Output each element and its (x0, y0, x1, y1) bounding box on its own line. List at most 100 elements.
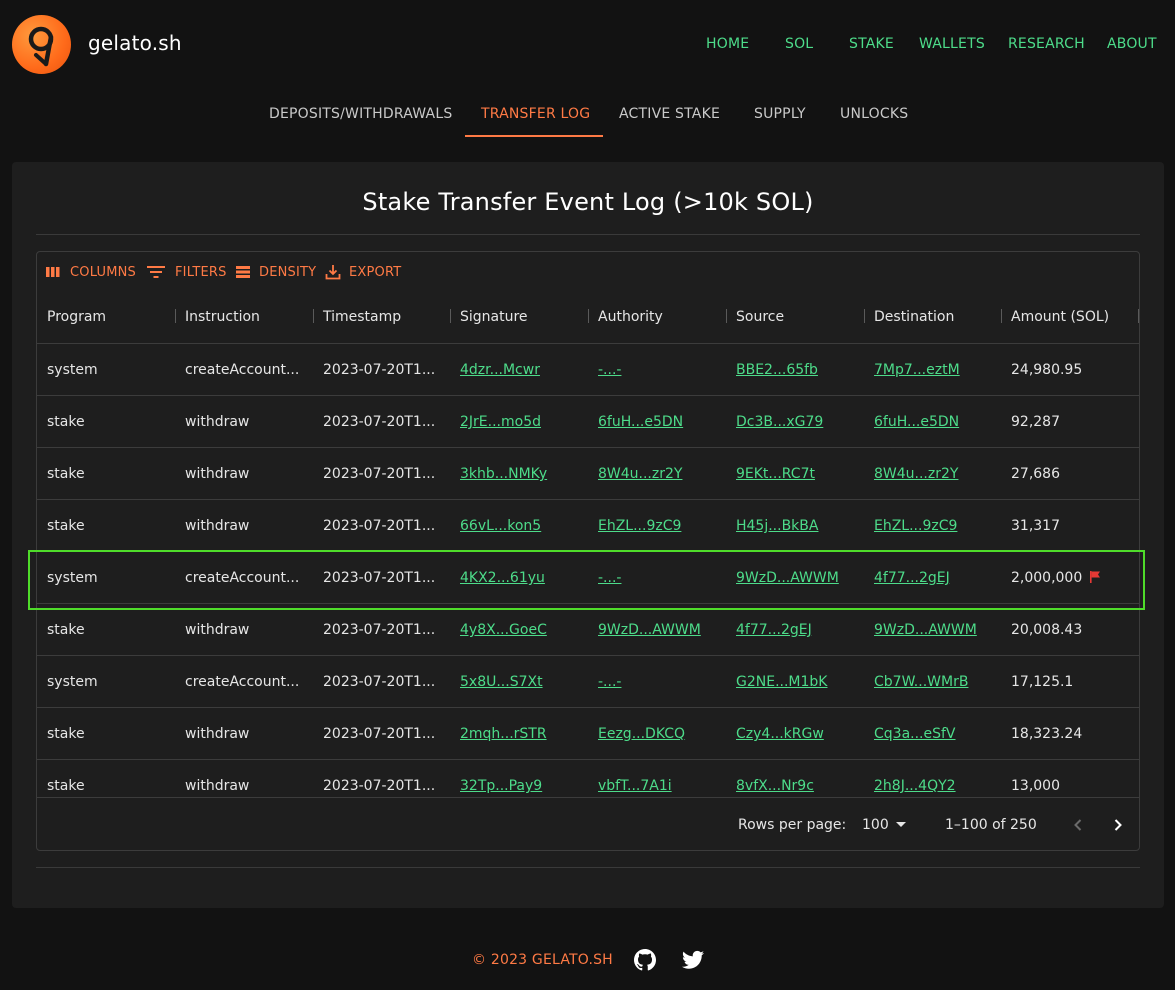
cell-program: system (47, 362, 98, 378)
table-row[interactable]: stake withdraw 2023-07-20T1... 4y8X...Go… (37, 604, 1139, 656)
tab-unlocks[interactable]: UNLOCKS (840, 106, 908, 122)
cell-destination-link[interactable]: 7Mp7...eztM (874, 362, 994, 378)
nav-sol[interactable]: SOL (785, 36, 813, 52)
cell-amount: 13,000 (1011, 778, 1060, 794)
cell-source-link[interactable]: H45j...BkBA (736, 518, 856, 534)
site-footer: © 2023 GELATO.SH (0, 945, 1175, 975)
tab-transfer-log[interactable]: TRANSFER LOG (481, 106, 590, 122)
table-row[interactable]: stake withdraw 2023-07-20T1... 3khb...NM… (37, 448, 1139, 500)
column-header-program[interactable]: Program (47, 309, 106, 325)
nav-about[interactable]: ABOUT (1107, 36, 1157, 52)
nav-home[interactable]: HOME (706, 36, 749, 52)
cell-authority-link[interactable]: 6fuH...e5DN (598, 414, 718, 430)
cell-program: stake (47, 518, 85, 534)
table-row[interactable]: stake withdraw 2023-07-20T1... 2JrE...mo… (37, 396, 1139, 448)
cell-source-link[interactable]: G2NE...M1bK (736, 674, 856, 690)
cell-authority-link[interactable]: EhZL...9zC9 (598, 518, 718, 534)
cell-signature-link[interactable]: 4KX2...61yu (460, 570, 580, 586)
table-row[interactable]: stake withdraw 2023-07-20T1... 32Tp...Pa… (37, 760, 1139, 797)
table-row[interactable]: system createAccount... 2023-07-20T1... … (37, 552, 1139, 604)
rows-per-page-select[interactable]: 100 (862, 817, 912, 833)
cell-destination-link[interactable]: Cb7W...WMrB (874, 674, 994, 690)
cell-authority-link[interactable]: 9WzD...AWWM (598, 622, 718, 638)
cell-timestamp: 2023-07-20T1... (323, 466, 436, 482)
table-row[interactable]: stake withdraw 2023-07-20T1... 2mqh...rS… (37, 708, 1139, 760)
cell-signature-link[interactable]: 66vL...kon5 (460, 518, 580, 534)
column-header-signature[interactable]: Signature (460, 309, 528, 325)
cell-authority-link[interactable]: -...- (598, 362, 718, 378)
nav-wallets[interactable]: WALLETS (919, 36, 985, 52)
grid-rows[interactable]: system createAccount... 2023-07-20T1... … (37, 344, 1139, 797)
column-separator[interactable] (864, 309, 865, 323)
column-header-instruction[interactable]: Instruction (185, 309, 260, 325)
cell-program: stake (47, 622, 85, 638)
density-icon (236, 266, 250, 278)
cell-destination-link[interactable]: Cq3a...eSfV (874, 726, 994, 742)
cell-destination-link[interactable]: 6fuH...e5DN (874, 414, 994, 430)
column-separator[interactable] (313, 309, 314, 323)
cell-timestamp: 2023-07-20T1... (323, 362, 436, 378)
chevron-left-icon[interactable] (1070, 817, 1086, 833)
tab-active-stake[interactable]: ACTIVE STAKE (619, 106, 720, 122)
brand-name[interactable]: gelato.sh (88, 31, 182, 55)
cell-authority-link[interactable]: 8W4u...zr2Y (598, 466, 718, 482)
column-separator[interactable] (726, 309, 727, 323)
tab-supply[interactable]: SUPPLY (754, 106, 806, 122)
cell-program: stake (47, 778, 85, 794)
nav-research[interactable]: RESEARCH (1008, 36, 1085, 52)
table-row[interactable]: system createAccount... 2023-07-20T1... … (37, 344, 1139, 396)
cell-amount: 27,686 (1011, 466, 1060, 482)
table-row[interactable]: stake withdraw 2023-07-20T1... 66vL...ko… (37, 500, 1139, 552)
cell-signature-link[interactable]: 3khb...NMKy (460, 466, 580, 482)
cell-amount: 92,287 (1011, 414, 1060, 430)
table-row[interactable]: system createAccount... 2023-07-20T1... … (37, 656, 1139, 708)
cell-signature-link[interactable]: 2mqh...rSTR (460, 726, 580, 742)
cell-source-link[interactable]: 9EKt...RC7t (736, 466, 856, 482)
chevron-right-icon[interactable] (1110, 817, 1126, 833)
pagination-bar: Rows per page: 100 1–100 of 250 (37, 797, 1139, 850)
cell-destination-link[interactable]: 9WzD...AWWM (874, 622, 994, 638)
cell-signature-link[interactable]: 5x8U...S7Xt (460, 674, 580, 690)
cell-source-link[interactable]: Dc3B...xG79 (736, 414, 856, 430)
cell-source-link[interactable]: Czy4...kRGw (736, 726, 856, 742)
column-header-source[interactable]: Source (736, 309, 784, 325)
twitter-icon[interactable] (682, 950, 704, 970)
nav-stake[interactable]: STAKE (849, 36, 894, 52)
dropdown-arrow-icon (896, 822, 906, 827)
github-icon[interactable] (634, 949, 656, 971)
column-separator[interactable] (1001, 309, 1002, 323)
column-separator[interactable] (588, 309, 589, 323)
column-separator[interactable] (1138, 309, 1139, 323)
column-separator[interactable] (175, 309, 176, 323)
cell-authority-link[interactable]: vbfT...7A1i (598, 778, 718, 794)
cell-timestamp: 2023-07-20T1... (323, 674, 436, 690)
cell-authority-link[interactable]: Eezg...DKCQ (598, 726, 718, 742)
cell-instruction: withdraw (185, 518, 250, 534)
tab-deposits-withdrawals[interactable]: DEPOSITS/WITHDRAWALS (269, 106, 452, 122)
cell-signature-link[interactable]: 2JrE...mo5d (460, 414, 580, 430)
column-separator[interactable] (450, 309, 451, 323)
active-tab-indicator (465, 135, 603, 137)
cell-authority-link[interactable]: -...- (598, 674, 718, 690)
cell-destination-link[interactable]: 8W4u...zr2Y (874, 466, 994, 482)
column-header-authority[interactable]: Authority (598, 309, 663, 325)
column-header-timestamp[interactable]: Timestamp (323, 309, 401, 325)
cell-destination-link[interactable]: EhZL...9zC9 (874, 518, 994, 534)
column-header-destination[interactable]: Destination (874, 309, 954, 325)
cell-amount: 24,980.95 (1011, 362, 1083, 378)
cell-destination-link[interactable]: 4f77...2gEJ (874, 570, 994, 586)
cell-authority-link[interactable]: -...- (598, 570, 718, 586)
cell-amount: 20,008.43 (1011, 622, 1083, 638)
cell-source-link[interactable]: 8vfX...Nr9c (736, 778, 856, 794)
cell-destination-link[interactable]: 2h8J...4QY2 (874, 778, 994, 794)
cell-source-link[interactable]: 9WzD...AWWM (736, 570, 856, 586)
cell-signature-link[interactable]: 32Tp...Pay9 (460, 778, 580, 794)
cell-source-link[interactable]: 4f77...2gEJ (736, 622, 856, 638)
cell-signature-link[interactable]: 4dzr...Mcwr (460, 362, 580, 378)
column-header-amount[interactable]: Amount (SOL) (1011, 309, 1109, 325)
logo[interactable] (12, 15, 71, 74)
cell-program: stake (47, 414, 85, 430)
cell-source-link[interactable]: BBE2...65fb (736, 362, 856, 378)
cell-signature-link[interactable]: 4y8X...GoeC (460, 622, 580, 638)
cell-instruction: withdraw (185, 466, 250, 482)
